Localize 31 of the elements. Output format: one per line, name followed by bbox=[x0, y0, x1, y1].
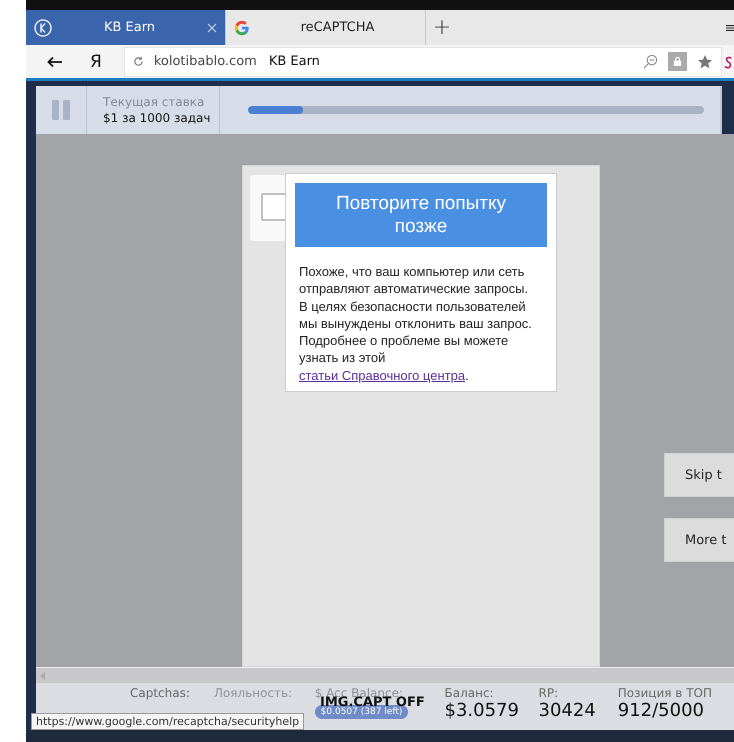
rate-label: Текущая ставка bbox=[103, 95, 206, 109]
lock-icon[interactable] bbox=[668, 52, 687, 71]
stat-value: 912/5000 bbox=[618, 700, 705, 721]
k-logo-icon bbox=[34, 18, 52, 36]
stat-value: 30424 bbox=[538, 700, 596, 721]
error-message: Похоже, что ваш компьютер или сеть отправляют автоматические запросы. В целях безопасности пользователей мы вынуждены отклонить ваш запрос. Подробнее о проблеме вы можете узнать из этой статьи Справочного центра. bbox=[299, 263, 533, 384]
help-center-link[interactable]: статьи Справочного центра bbox=[299, 368, 466, 383]
new-tab-button[interactable]: + bbox=[426, 10, 458, 45]
back-arrow-icon[interactable] bbox=[47, 56, 63, 68]
address-field[interactable]: kolotibablo.com KB Earn bbox=[124, 46, 722, 76]
menu-icon[interactable] bbox=[726, 22, 734, 32]
stat-label: Позиция в ТОП bbox=[618, 686, 712, 700]
extension-icon[interactable] bbox=[724, 54, 734, 68]
stat-label: RP: bbox=[538, 686, 560, 700]
reload-icon[interactable] bbox=[132, 56, 144, 67]
task-button[interactable]: More t bbox=[664, 518, 734, 562]
yandex-button[interactable]: Я bbox=[90, 52, 102, 72]
link-url-tooltip: https://www.google.com/recaptcha/securityhelp bbox=[31, 713, 304, 730]
error-title: Повторите попытку позже bbox=[295, 183, 547, 247]
close-icon[interactable] bbox=[207, 22, 217, 32]
task-button[interactable]: Skip t bbox=[664, 453, 734, 497]
g-logo-icon bbox=[234, 20, 250, 36]
horizontal-scrollbar[interactable] bbox=[36, 667, 734, 683]
browser-tab[interactable]: KB Earn bbox=[26, 10, 226, 45]
stat-value: $3.0579 bbox=[444, 700, 516, 721]
zoom-out-icon[interactable] bbox=[643, 54, 658, 69]
stat-label: Баланс: bbox=[444, 686, 495, 700]
rate-value: $1 за 1000 задач bbox=[103, 111, 212, 125]
stat-label: Captchas: bbox=[130, 686, 191, 700]
stat-label: Лояльность: bbox=[214, 686, 293, 700]
star-icon[interactable] bbox=[697, 54, 713, 70]
